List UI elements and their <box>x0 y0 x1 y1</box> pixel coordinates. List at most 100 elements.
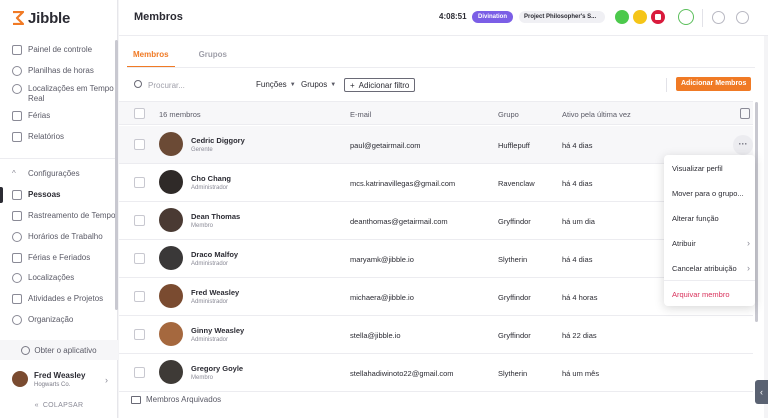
member-name[interactable]: Cho Chang <box>191 174 231 183</box>
table-row[interactable]: Dean Thomas Membro deanthomas@getairmail.c… <box>119 202 753 240</box>
timer: 4:08:51 <box>439 12 467 21</box>
member-name[interactable]: Gregory Goyle <box>191 364 243 373</box>
activity-badge[interactable]: Divination <box>472 11 514 23</box>
table-row[interactable]: Cho Chang Administrador mcs.katrinavillega… <box>119 164 753 202</box>
collapse-button[interactable]: « COLAPSAR <box>0 397 118 413</box>
member-group: Ravenclaw <box>498 179 535 188</box>
more-options-icon[interactable]: ··· <box>733 135 753 155</box>
member-email: paul@getairmail.com <box>350 141 421 150</box>
member-group: Slytherin <box>498 255 528 264</box>
apps-icon[interactable] <box>736 11 749 24</box>
member-group: Hufflepuff <box>498 141 530 150</box>
sidebar-item-reports[interactable]: Relatórios <box>0 132 116 142</box>
member-name[interactable]: Cedric Diggory <box>191 136 245 145</box>
sidebar-item-timesheets[interactable]: Planilhas de horas <box>0 66 116 76</box>
header-divider <box>702 9 703 27</box>
menu-divider <box>664 280 755 281</box>
sidebar-item-label: Pessoas <box>28 190 61 199</box>
add-members-button[interactable]: Adicionar Membros <box>676 77 752 91</box>
chevron-right-icon: › <box>105 375 108 385</box>
sidebar-item-label: Localizações <box>28 273 75 282</box>
sidebar-scrollbar[interactable] <box>115 40 118 310</box>
menu-item-view-profile[interactable]: Visualizar perfil <box>672 164 750 173</box>
table-row[interactable]: Gregory Goyle Membro stellahadiwinoto22@gm… <box>119 354 753 392</box>
member-email: maryamk@jibble.io <box>350 255 414 264</box>
table-row[interactable]: Cedric Diggory Gerente paul@getairmail.com… <box>119 126 753 164</box>
search-input[interactable] <box>148 78 238 92</box>
sidebar-item-locations[interactable]: Localizações <box>0 273 116 283</box>
table-row[interactable]: Fred Weasley Administrador michaera@jibble… <box>119 278 753 316</box>
help-icon[interactable] <box>712 11 725 24</box>
member-last-active: há um mês <box>562 369 600 378</box>
sidebar-item-vacations[interactable]: Férias <box>0 111 116 121</box>
menu-item-label: Alterar função <box>672 214 719 223</box>
column-email[interactable]: E-mail <box>350 110 371 119</box>
user-status-icon[interactable] <box>678 9 694 25</box>
row-checkbox[interactable] <box>134 367 145 378</box>
project-badge[interactable]: Project Philosopher's S... <box>519 11 605 23</box>
member-email: stella@jibble.io <box>350 331 401 340</box>
table-header: 16 membros E-mail Grupo Ativo pela últim… <box>119 101 753 125</box>
row-checkbox[interactable] <box>134 139 145 150</box>
jibble-logo[interactable]: Jibble <box>12 8 70 28</box>
table-scrollbar[interactable] <box>755 102 758 322</box>
tag-icon <box>12 294 22 304</box>
double-chevron-left-icon: « <box>34 401 39 409</box>
column-settings-icon[interactable] <box>740 108 750 119</box>
member-name[interactable]: Fred Weasley <box>191 288 239 297</box>
switch-activity-icon[interactable] <box>615 10 629 24</box>
sidebar-item-live-locations[interactable]: Localizações em Tempo Real <box>0 84 116 104</box>
sidebar: Jibble Painel de controle Planilhas de h… <box>0 0 118 418</box>
add-filter-button[interactable]: + Adicionar filtro <box>344 78 416 92</box>
collapse-label: COLAPSAR <box>42 401 84 409</box>
member-name[interactable]: Draco Malfoy <box>191 250 238 259</box>
menu-item-move-to-group[interactable]: Mover para o grupo... <box>672 189 750 198</box>
row-checkbox[interactable] <box>134 291 145 302</box>
select-all-checkbox[interactable] <box>134 108 145 119</box>
stop-timer-icon[interactable] <box>651 10 665 24</box>
break-icon[interactable] <box>633 10 647 24</box>
sidebar-item-holidays[interactable]: Férias e Feriados <box>0 253 116 263</box>
toolbar-divider <box>666 78 667 92</box>
groups-filter[interactable]: Grupos ▼ <box>301 80 336 89</box>
archive-icon <box>131 395 141 404</box>
sidebar-item-people[interactable]: Pessoas <box>0 187 116 203</box>
sidebar-item-dashboard[interactable]: Painel de controle <box>0 45 116 55</box>
sidebar-item-time-tracking[interactable]: Rastreamento de Tempo <box>0 211 116 221</box>
member-last-active: há 4 dias <box>562 141 593 150</box>
column-group[interactable]: Grupo <box>498 110 519 119</box>
avatar <box>159 132 183 156</box>
member-role: Administrador <box>191 261 229 267</box>
tabs: Membros Grupos <box>127 44 233 68</box>
member-name[interactable]: Ginny Weasley <box>191 326 244 335</box>
menu-item-unassign[interactable]: Cancelar atribuição › <box>672 263 750 273</box>
chevron-right-icon: › <box>747 263 750 273</box>
tab-groups[interactable]: Grupos <box>193 44 233 68</box>
get-app-button[interactable]: Obter o aplicativo <box>0 340 118 360</box>
member-name[interactable]: Dean Thomas <box>191 212 240 221</box>
row-checkbox[interactable] <box>134 253 145 264</box>
sidebar-item-work-schedules[interactable]: Horários de Trabalho <box>0 232 116 242</box>
row-checkbox[interactable] <box>134 177 145 188</box>
column-last-active[interactable]: Ativo pela última vez <box>562 110 631 119</box>
table-row[interactable]: Draco Malfoy Administrador maryamk@jibble.… <box>119 240 753 278</box>
row-checkbox[interactable] <box>134 215 145 226</box>
sidebar-item-settings[interactable]: ^ Configurações <box>0 169 116 179</box>
functions-filter[interactable]: Funções ▼ <box>256 80 296 89</box>
sidebar-item-activities[interactable]: Atividades e Projetos <box>0 294 116 304</box>
current-user[interactable]: Fred Weasley Hogwarts Co. › <box>0 364 118 394</box>
sidebar-item-label: Férias e Feriados <box>28 253 91 262</box>
row-checkbox[interactable] <box>134 329 145 340</box>
side-panel-toggle[interactable]: ‹ <box>755 380 768 404</box>
menu-item-archive-member[interactable]: Arquivar membro <box>672 290 750 299</box>
sidebar-item-label: Painel de controle <box>28 45 93 54</box>
member-email: mcs.katrinavillegas@gmail.com <box>350 179 456 188</box>
sidebar-item-organization[interactable]: Organização <box>0 315 116 325</box>
archived-members-link[interactable]: Membros Arquivados <box>131 395 221 404</box>
menu-item-change-role[interactable]: Alterar função <box>672 214 750 223</box>
member-group: Gryffindor <box>498 293 531 302</box>
table-row[interactable]: Ginny Weasley Administrador stella@jibble.… <box>119 316 753 354</box>
member-role: Membro <box>191 223 214 229</box>
tab-members[interactable]: Membros <box>127 44 175 68</box>
menu-item-assign[interactable]: Atribuir › <box>672 238 750 248</box>
